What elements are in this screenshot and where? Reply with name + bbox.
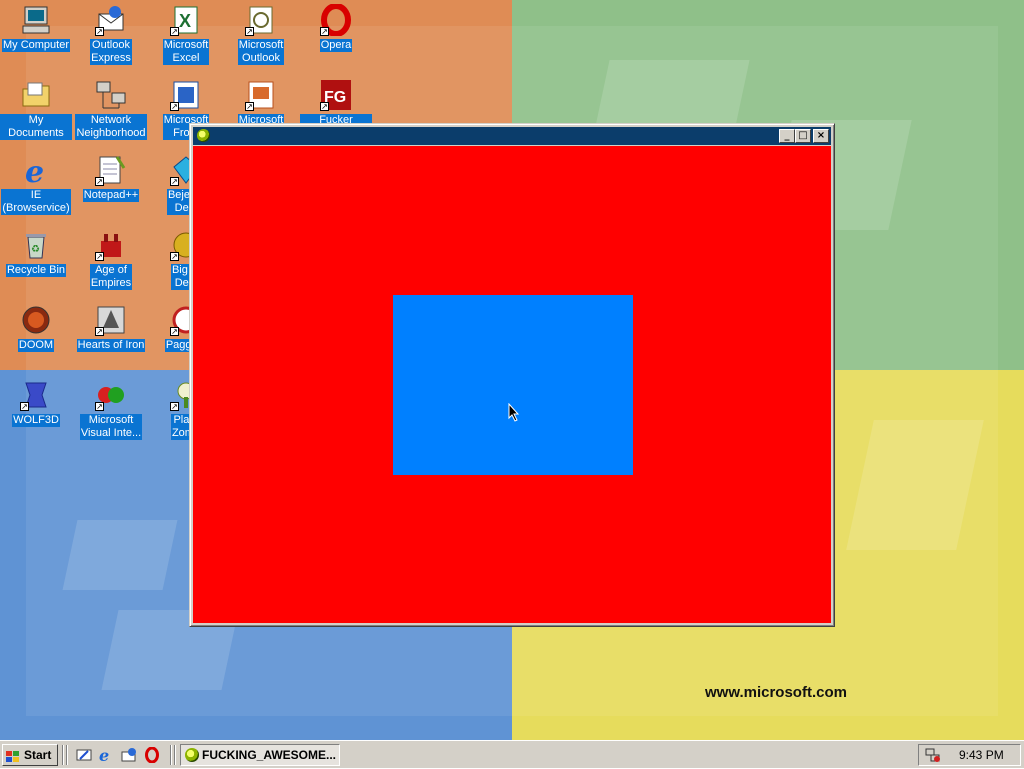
wallpaper-url-text: www.microsoft.com bbox=[705, 684, 847, 701]
taskbar-separator bbox=[174, 745, 176, 765]
close-button[interactable]: × bbox=[813, 129, 829, 143]
visual-interdev-icon: ↗ bbox=[95, 379, 127, 411]
taskbar: Start e FUCKING_AWESOME... 9:43 PM bbox=[0, 740, 1024, 768]
desktop-icon-doom[interactable]: DOOM bbox=[0, 300, 72, 370]
taskbar-button-active-window[interactable]: FUCKING_AWESOME... bbox=[180, 744, 340, 766]
app-icon bbox=[185, 748, 199, 762]
system-tray: 9:43 PM bbox=[918, 744, 1021, 766]
blue-rectangle[interactable] bbox=[393, 295, 633, 475]
excel-icon: X ↗ bbox=[170, 4, 202, 36]
ie-icon: e bbox=[20, 154, 52, 190]
outlook-express-icon: ↗ bbox=[95, 4, 127, 36]
minimize-button[interactable]: _ bbox=[779, 129, 795, 143]
clock[interactable]: 9:43 PM bbox=[959, 745, 1004, 765]
desktop-icon-network-neighborhood[interactable]: Network Neighborhood bbox=[75, 75, 147, 145]
taskbar-separator bbox=[170, 745, 172, 765]
app-window[interactable]: _ □ × bbox=[189, 123, 835, 627]
wolf3d-icon: ↗ bbox=[20, 379, 52, 411]
opera-icon: ↗ bbox=[320, 3, 352, 37]
svg-text:♻: ♻ bbox=[31, 244, 40, 255]
hearts-of-iron-icon: ↗ bbox=[95, 304, 127, 336]
desktop-icon-hearts-of-iron[interactable]: ↗ Hearts of Iron bbox=[75, 300, 147, 370]
network-status-icon[interactable] bbox=[925, 747, 941, 763]
minimize-icon: _ bbox=[784, 130, 790, 141]
doom-icon bbox=[20, 304, 52, 336]
my-documents-icon bbox=[20, 79, 52, 111]
svg-text:e: e bbox=[99, 747, 109, 763]
taskbar-separator bbox=[66, 745, 68, 765]
desktop-icon-recycle-bin[interactable]: ♻ Recycle Bin bbox=[0, 225, 72, 295]
close-icon: × bbox=[816, 130, 826, 141]
maximize-icon: □ bbox=[798, 130, 808, 141]
quicklaunch-ie-icon[interactable]: e bbox=[98, 746, 114, 765]
desktop-icon-ie-browservice[interactable]: e IE (Browservice) bbox=[0, 150, 72, 220]
desktop-icon-outlook[interactable]: ↗ Microsoft Outlook bbox=[225, 0, 297, 70]
desktop-icon-my-computer[interactable]: My Computer bbox=[0, 0, 72, 70]
desktop-icon-notepad-plus-plus[interactable]: ↗ Notepad++ bbox=[75, 150, 147, 220]
recycle-bin-icon: ♻ bbox=[20, 229, 52, 261]
network-icon bbox=[95, 79, 127, 111]
svg-text:X: X bbox=[179, 11, 191, 31]
desktop-icon-excel[interactable]: X ↗ Microsoft Excel bbox=[150, 0, 222, 70]
desktop-icon-opera[interactable]: ↗ Opera bbox=[300, 0, 372, 70]
show-desktop-icon[interactable] bbox=[76, 747, 92, 763]
frontpage-icon: ↗ bbox=[170, 79, 202, 111]
my-computer-icon bbox=[20, 4, 52, 36]
maximize-button[interactable]: □ bbox=[795, 129, 811, 143]
desktop-icon-age-of-empires[interactable]: ↗ Age of Empires bbox=[75, 225, 147, 295]
notepad-icon: ↗ bbox=[95, 154, 127, 186]
desktop-icon-wolf3d[interactable]: ↗ WOLF3D bbox=[0, 375, 72, 445]
windows-logo-icon bbox=[6, 749, 20, 762]
mouse-pointer-icon bbox=[508, 402, 520, 425]
window-client-area[interactable] bbox=[193, 146, 831, 623]
taskbar-separator bbox=[62, 745, 64, 765]
age-of-empires-icon: ↗ bbox=[95, 229, 127, 261]
svg-text:e: e bbox=[25, 155, 44, 186]
app-icon[interactable] bbox=[197, 129, 210, 142]
window-title-bar[interactable]: _ □ × bbox=[193, 127, 831, 145]
start-button[interactable]: Start bbox=[2, 744, 58, 766]
fucker-google-icon: FG ↗ bbox=[320, 79, 352, 111]
wallpaper-pane bbox=[62, 520, 178, 590]
desktop-icon-visual-interdev[interactable]: ↗ Microsoft Visual Inte... bbox=[75, 375, 147, 445]
desktop-icon-outlook-express[interactable]: ↗ Outlook Express bbox=[75, 0, 147, 70]
desktop-icon-my-documents[interactable]: My Documents bbox=[0, 75, 72, 145]
quicklaunch-outlook-express-icon[interactable] bbox=[121, 747, 137, 763]
outlook-icon: ↗ bbox=[245, 4, 277, 36]
powerpoint-icon: ↗ bbox=[245, 79, 277, 111]
quicklaunch-opera-icon[interactable] bbox=[144, 746, 160, 764]
